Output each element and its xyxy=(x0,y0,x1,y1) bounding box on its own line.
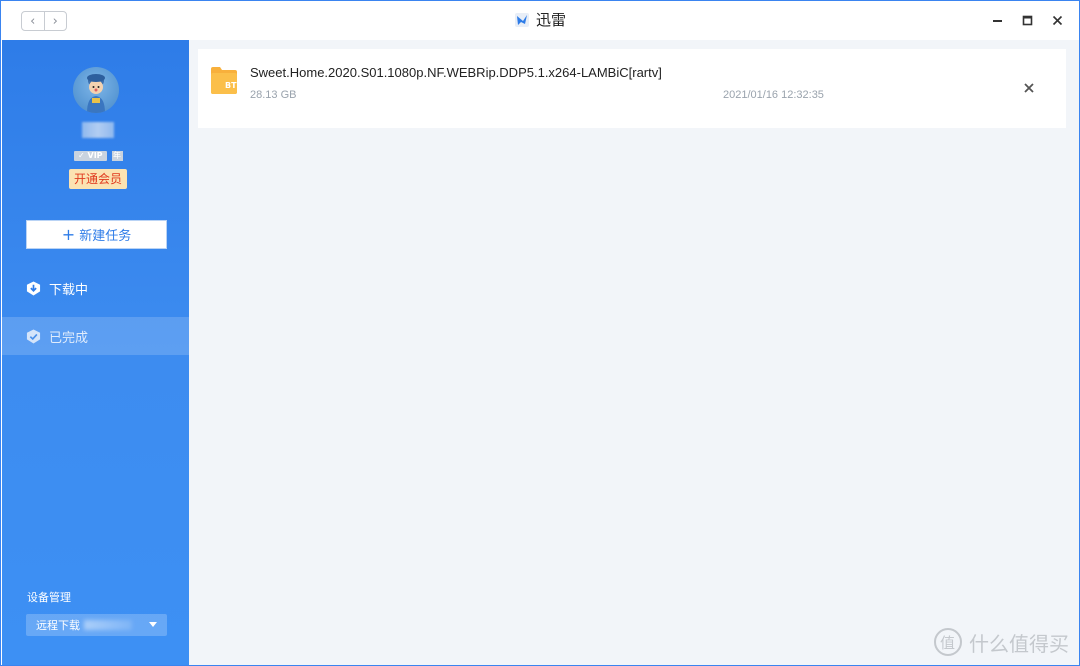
minimize-button[interactable] xyxy=(989,10,1005,30)
download-shield-icon xyxy=(26,280,41,296)
sidebar-item-label: 已完成 xyxy=(49,330,89,346)
avatar-cartoon-icon xyxy=(87,74,105,113)
vip-year-badge: 年 xyxy=(111,151,123,161)
close-icon xyxy=(1052,15,1062,25)
xunlei-bird-icon xyxy=(514,12,529,27)
sidebar-item-downloading[interactable]: 下载中 xyxy=(2,269,189,307)
chevron-down-icon xyxy=(149,622,157,627)
task-file-size: 28.13 GB xyxy=(250,89,297,101)
window-title: 迅雷 xyxy=(1,9,1079,30)
avatar[interactable] xyxy=(73,67,119,113)
sidebar-item-label: 下载中 xyxy=(49,282,89,298)
device-select-value: 远程下载 xyxy=(36,619,80,632)
task-file-name[interactable]: Sweet.Home.2020.S01.1080p.NF.WEBRip.DDP5… xyxy=(250,65,662,80)
vip-badge-text: VIP xyxy=(87,151,103,160)
minimize-icon xyxy=(992,19,1002,22)
logo-glyph: 值 xyxy=(940,634,955,652)
device-management-label: 设备管理 xyxy=(27,591,71,604)
app-window: ‹ › 迅雷 ✓ VIP 年 开通会员 + 新建任务 下载中 已完成 设备管理 … xyxy=(0,0,1080,666)
close-button[interactable] xyxy=(1049,10,1065,30)
vip-badge: ✓ VIP xyxy=(74,151,107,161)
new-task-button[interactable]: + 新建任务 xyxy=(26,220,167,249)
vip-status: ✓ VIP 年 xyxy=(74,151,123,161)
watermark: 值 什么值得买 xyxy=(933,627,1069,657)
maximize-icon xyxy=(1022,15,1032,25)
task-row[interactable]: BT Sweet.Home.2020.S01.1080p.NF.WEBRip.D… xyxy=(198,49,1066,128)
main-content: BT Sweet.Home.2020.S01.1080p.NF.WEBRip.D… xyxy=(189,40,1079,665)
device-select[interactable]: 远程下载 xyxy=(26,614,167,636)
file-type-label: BT xyxy=(225,81,237,90)
title-bar: ‹ › 迅雷 xyxy=(1,1,1079,40)
plus-icon: + xyxy=(61,224,76,244)
username-redacted xyxy=(82,122,114,138)
smzdm-logo-icon: 值 xyxy=(934,628,962,656)
task-completed-date: 2021/01/16 12:32:35 xyxy=(723,89,824,101)
new-task-label: 新建任务 xyxy=(79,229,132,244)
device-name-redacted xyxy=(84,620,132,630)
window-controls xyxy=(989,10,1065,30)
maximize-button[interactable] xyxy=(1019,10,1035,30)
sidebar-item-completed[interactable]: 已完成 xyxy=(2,317,189,355)
bt-folder-icon: BT xyxy=(211,67,237,94)
check-shield-icon xyxy=(26,328,41,344)
sidebar: ✓ VIP 年 开通会员 + 新建任务 下载中 已完成 设备管理 远程下载 xyxy=(2,40,189,665)
join-vip-button[interactable]: 开通会员 xyxy=(69,169,128,189)
close-icon xyxy=(1024,83,1034,93)
watermark-text: 什么值得买 xyxy=(969,631,1069,656)
delete-task-button[interactable] xyxy=(1022,80,1036,94)
window-title-text: 迅雷 xyxy=(535,11,566,29)
